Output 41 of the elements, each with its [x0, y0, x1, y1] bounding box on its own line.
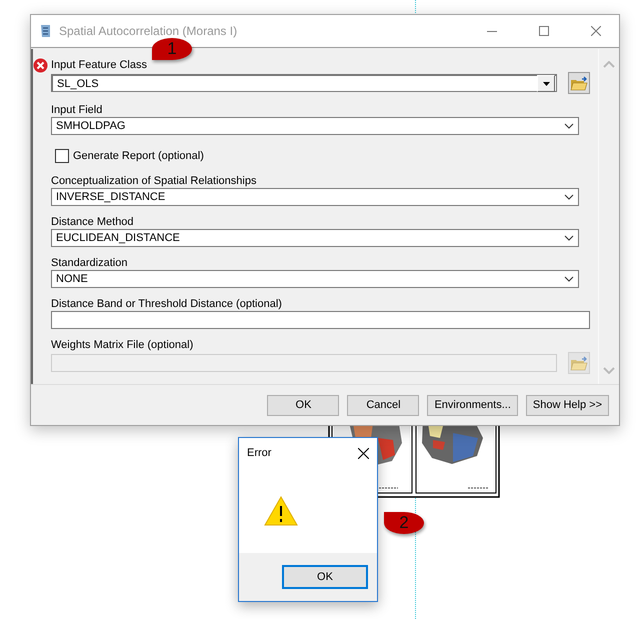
input-feature-class-combo[interactable]: SL_OLS	[51, 74, 557, 92]
error-icon	[33, 58, 48, 73]
dialog-button[interactable]: OK	[267, 394, 340, 416]
folder-icon	[570, 76, 588, 90]
ok-button[interactable]: OK	[282, 565, 368, 589]
generate-report-checkbox[interactable]: Generate Report (optional)	[55, 149, 590, 163]
field-label: Weights Matrix File (optional)	[51, 339, 194, 352]
caret-icon	[542, 82, 550, 86]
dropdown-field[interactable]: NONE	[51, 270, 579, 288]
dialog-button[interactable]: Cancel	[347, 394, 420, 416]
chevron-down-icon	[564, 235, 574, 241]
chevron-down-icon	[564, 276, 574, 282]
input-field[interactable]	[51, 311, 590, 329]
script-icon	[39, 23, 53, 39]
callout-marker: 2	[384, 512, 424, 534]
maximize-icon	[539, 26, 549, 36]
scroll-up-icon	[603, 61, 615, 68]
folder-icon	[570, 356, 588, 370]
close-icon	[591, 26, 601, 36]
chevron-down-icon	[564, 194, 574, 200]
dialog-button[interactable]: Show Help >>	[526, 394, 609, 416]
dropdown-button[interactable]	[537, 75, 555, 92]
field-label: Distance Method	[51, 216, 134, 229]
chevron-down-icon	[564, 123, 574, 129]
dialog-button[interactable]: Environments...	[427, 394, 518, 416]
warning-icon	[264, 496, 298, 526]
window-title: Spatial Autocorrelation (Morans I)	[59, 24, 238, 38]
dialog-title: Error	[247, 447, 272, 459]
minimize-icon	[487, 30, 497, 32]
dropdown-field[interactable]: SMHOLDPAG	[51, 117, 579, 135]
field-label: Input Feature Class	[51, 59, 147, 72]
field-label: Distance Band or Threshold Distance (optional)	[51, 298, 282, 311]
field-label: Input Field	[51, 104, 102, 117]
scroll-down-icon	[603, 367, 615, 374]
field-label: Standardization	[51, 257, 128, 270]
field-label: Conceptualization of Spatial Relationships	[51, 175, 256, 188]
dropdown-field[interactable]: INVERSE_DISTANCE	[51, 188, 579, 206]
browse-button[interactable]	[568, 72, 590, 94]
close-icon[interactable]	[358, 448, 369, 458]
dropdown-field[interactable]: EUCLIDEAN_DISTANCE	[51, 229, 579, 247]
scrollbar[interactable]	[598, 49, 619, 384]
